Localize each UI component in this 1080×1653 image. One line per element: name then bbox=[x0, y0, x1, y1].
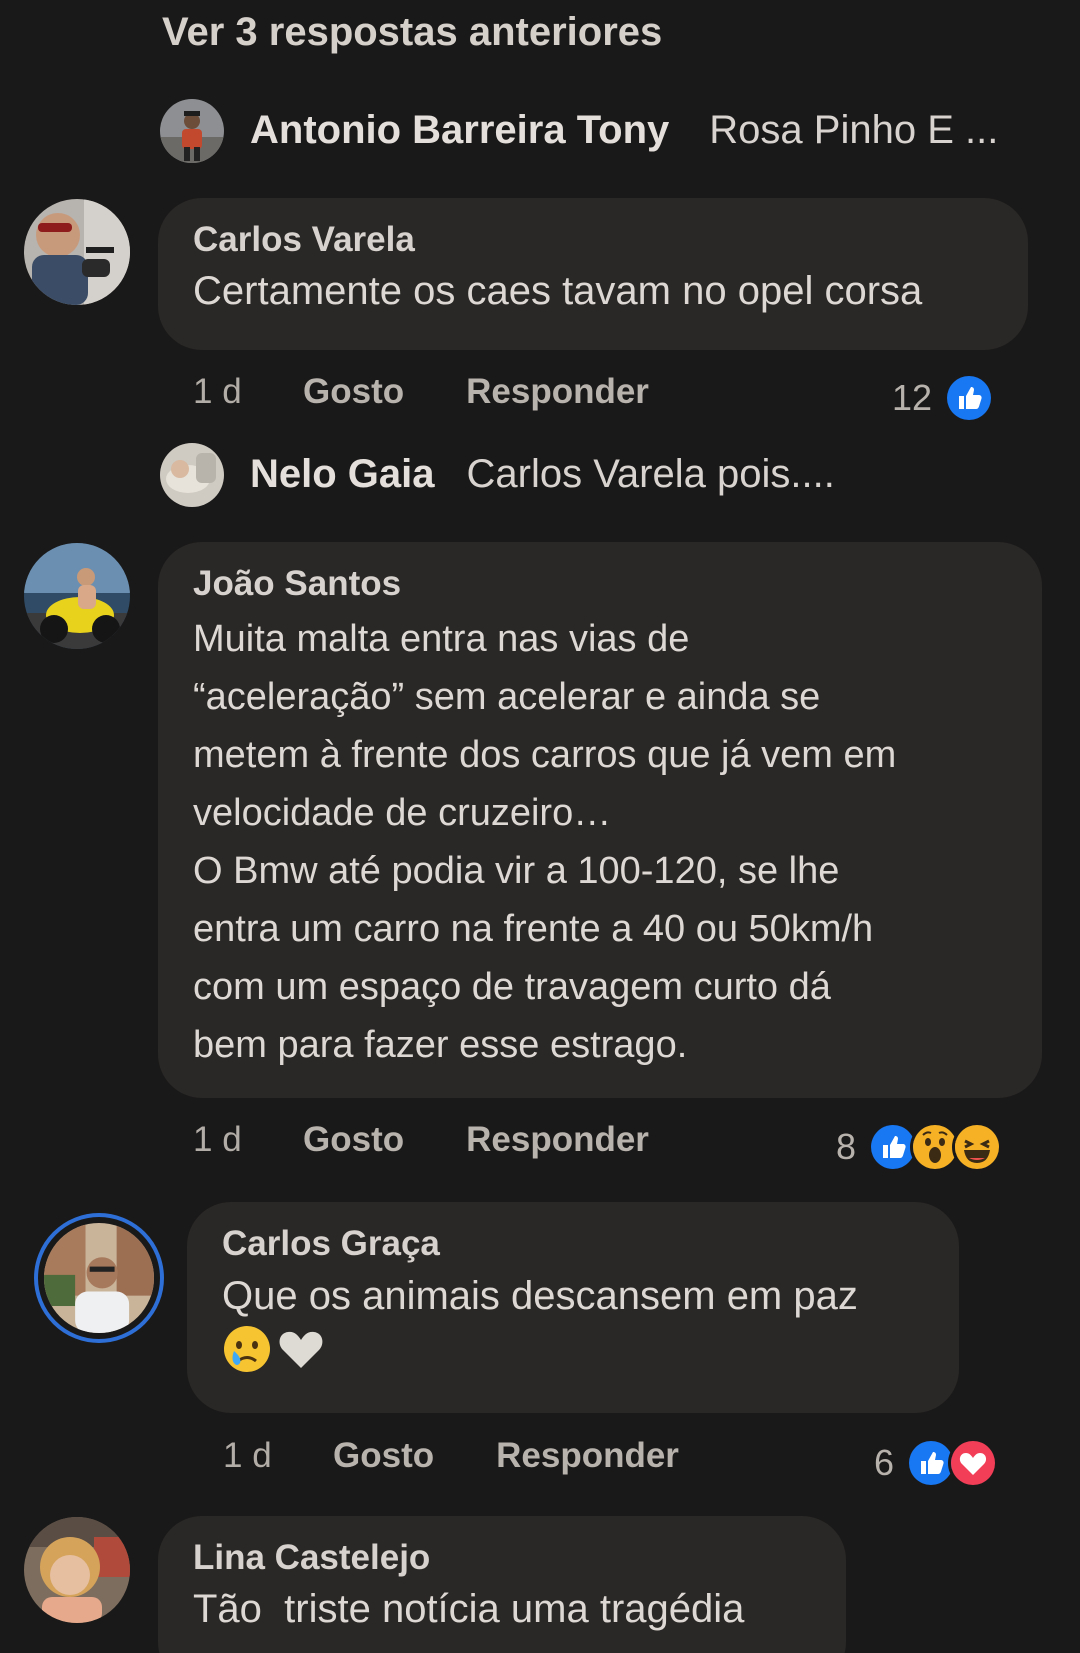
avatar-photo bbox=[24, 543, 130, 649]
comment-timestamp[interactable]: 1 d bbox=[223, 1436, 333, 1476]
avatar[interactable] bbox=[160, 443, 224, 507]
comment-emojis bbox=[222, 1324, 924, 1374]
comment-text: Tão triste notícia uma tragédia bbox=[193, 1587, 745, 1631]
reply-button[interactable]: Responder bbox=[466, 372, 649, 412]
comment-bubble[interactable]: Carlos Graça Que os animais descansem em… bbox=[187, 1202, 959, 1413]
like-icon bbox=[944, 373, 995, 423]
comment-author-name[interactable]: João Santos bbox=[193, 564, 1007, 604]
comment-bubble[interactable]: João Santos Muita malta entra nas vias d… bbox=[158, 542, 1042, 1098]
reaction-count: 12 bbox=[892, 377, 933, 418]
crying-face-emoji bbox=[224, 1326, 270, 1372]
like-button[interactable]: Gosto bbox=[303, 372, 404, 412]
comment-text: Muita malta entra nas vias de “aceleraçã… bbox=[193, 618, 897, 1066]
avatar[interactable] bbox=[34, 1213, 164, 1343]
avatar-photo bbox=[24, 199, 130, 305]
avatar-photo bbox=[44, 1223, 154, 1333]
comment-bubble[interactable]: Lina Castelejo Tão triste notícia uma tr… bbox=[158, 1516, 846, 1653]
reply-author-name[interactable]: Nelo Gaia bbox=[250, 452, 435, 497]
avatar-photo bbox=[160, 99, 224, 163]
like-button[interactable]: Gosto bbox=[303, 1120, 404, 1160]
avatar[interactable] bbox=[160, 99, 224, 163]
reply-author-name[interactable]: Antonio Barreira Tony bbox=[250, 108, 669, 153]
reactions-summary[interactable]: 6 bbox=[874, 1438, 999, 1488]
comment-timestamp[interactable]: 1 d bbox=[193, 1120, 303, 1160]
comment-text: Certamente os caes tavam no opel corsa bbox=[193, 269, 923, 313]
comment-bubble[interactable]: Carlos Varela Certamente os caes tavam n… bbox=[158, 198, 1028, 350]
comment-actions: 1 d Gosto Responder bbox=[193, 372, 711, 412]
comment-actions: 1 d Gosto Responder bbox=[193, 1120, 711, 1160]
love-icon bbox=[948, 1438, 999, 1488]
avatar-photo bbox=[24, 1517, 130, 1623]
comment-author-name[interactable]: Carlos Varela bbox=[193, 220, 993, 260]
comment-actions: 1 d Gosto Responder bbox=[223, 1436, 741, 1476]
reply-preview-text: Carlos Varela pois.... bbox=[466, 452, 835, 496]
comments-thread: Ver 3 respostas anteriores Antonio Barre… bbox=[0, 0, 1080, 1653]
reply-preview-text: Rosa Pinho E ... bbox=[709, 108, 999, 152]
avatar-photo bbox=[160, 443, 224, 507]
reactions-summary[interactable]: 8 bbox=[836, 1122, 1003, 1172]
like-button[interactable]: Gosto bbox=[333, 1436, 434, 1476]
reply-button[interactable]: Responder bbox=[496, 1436, 679, 1476]
view-previous-replies-link[interactable]: Ver 3 respostas anteriores bbox=[162, 10, 662, 55]
avatar[interactable] bbox=[24, 543, 130, 649]
avatar[interactable] bbox=[24, 1517, 130, 1623]
white-heart-emoji bbox=[279, 1331, 323, 1368]
comment-timestamp[interactable]: 1 d bbox=[193, 372, 303, 412]
avatar[interactable] bbox=[24, 199, 130, 305]
reply-button[interactable]: Responder bbox=[466, 1120, 649, 1160]
reaction-count: 8 bbox=[836, 1126, 857, 1167]
reply-preview[interactable]: Nelo Gaia Carlos Varela pois.... bbox=[250, 452, 835, 497]
reactions-summary[interactable]: 12 bbox=[892, 373, 995, 423]
reply-preview[interactable]: Antonio Barreira Tony Rosa Pinho E ... bbox=[250, 108, 998, 153]
comment-author-name[interactable]: Carlos Graça bbox=[222, 1224, 924, 1264]
reaction-count: 6 bbox=[874, 1442, 895, 1483]
comment-author-name[interactable]: Lina Castelejo bbox=[193, 1538, 811, 1578]
haha-icon bbox=[952, 1122, 1003, 1172]
comment-text: Que os animais descansem em paz bbox=[222, 1274, 858, 1318]
